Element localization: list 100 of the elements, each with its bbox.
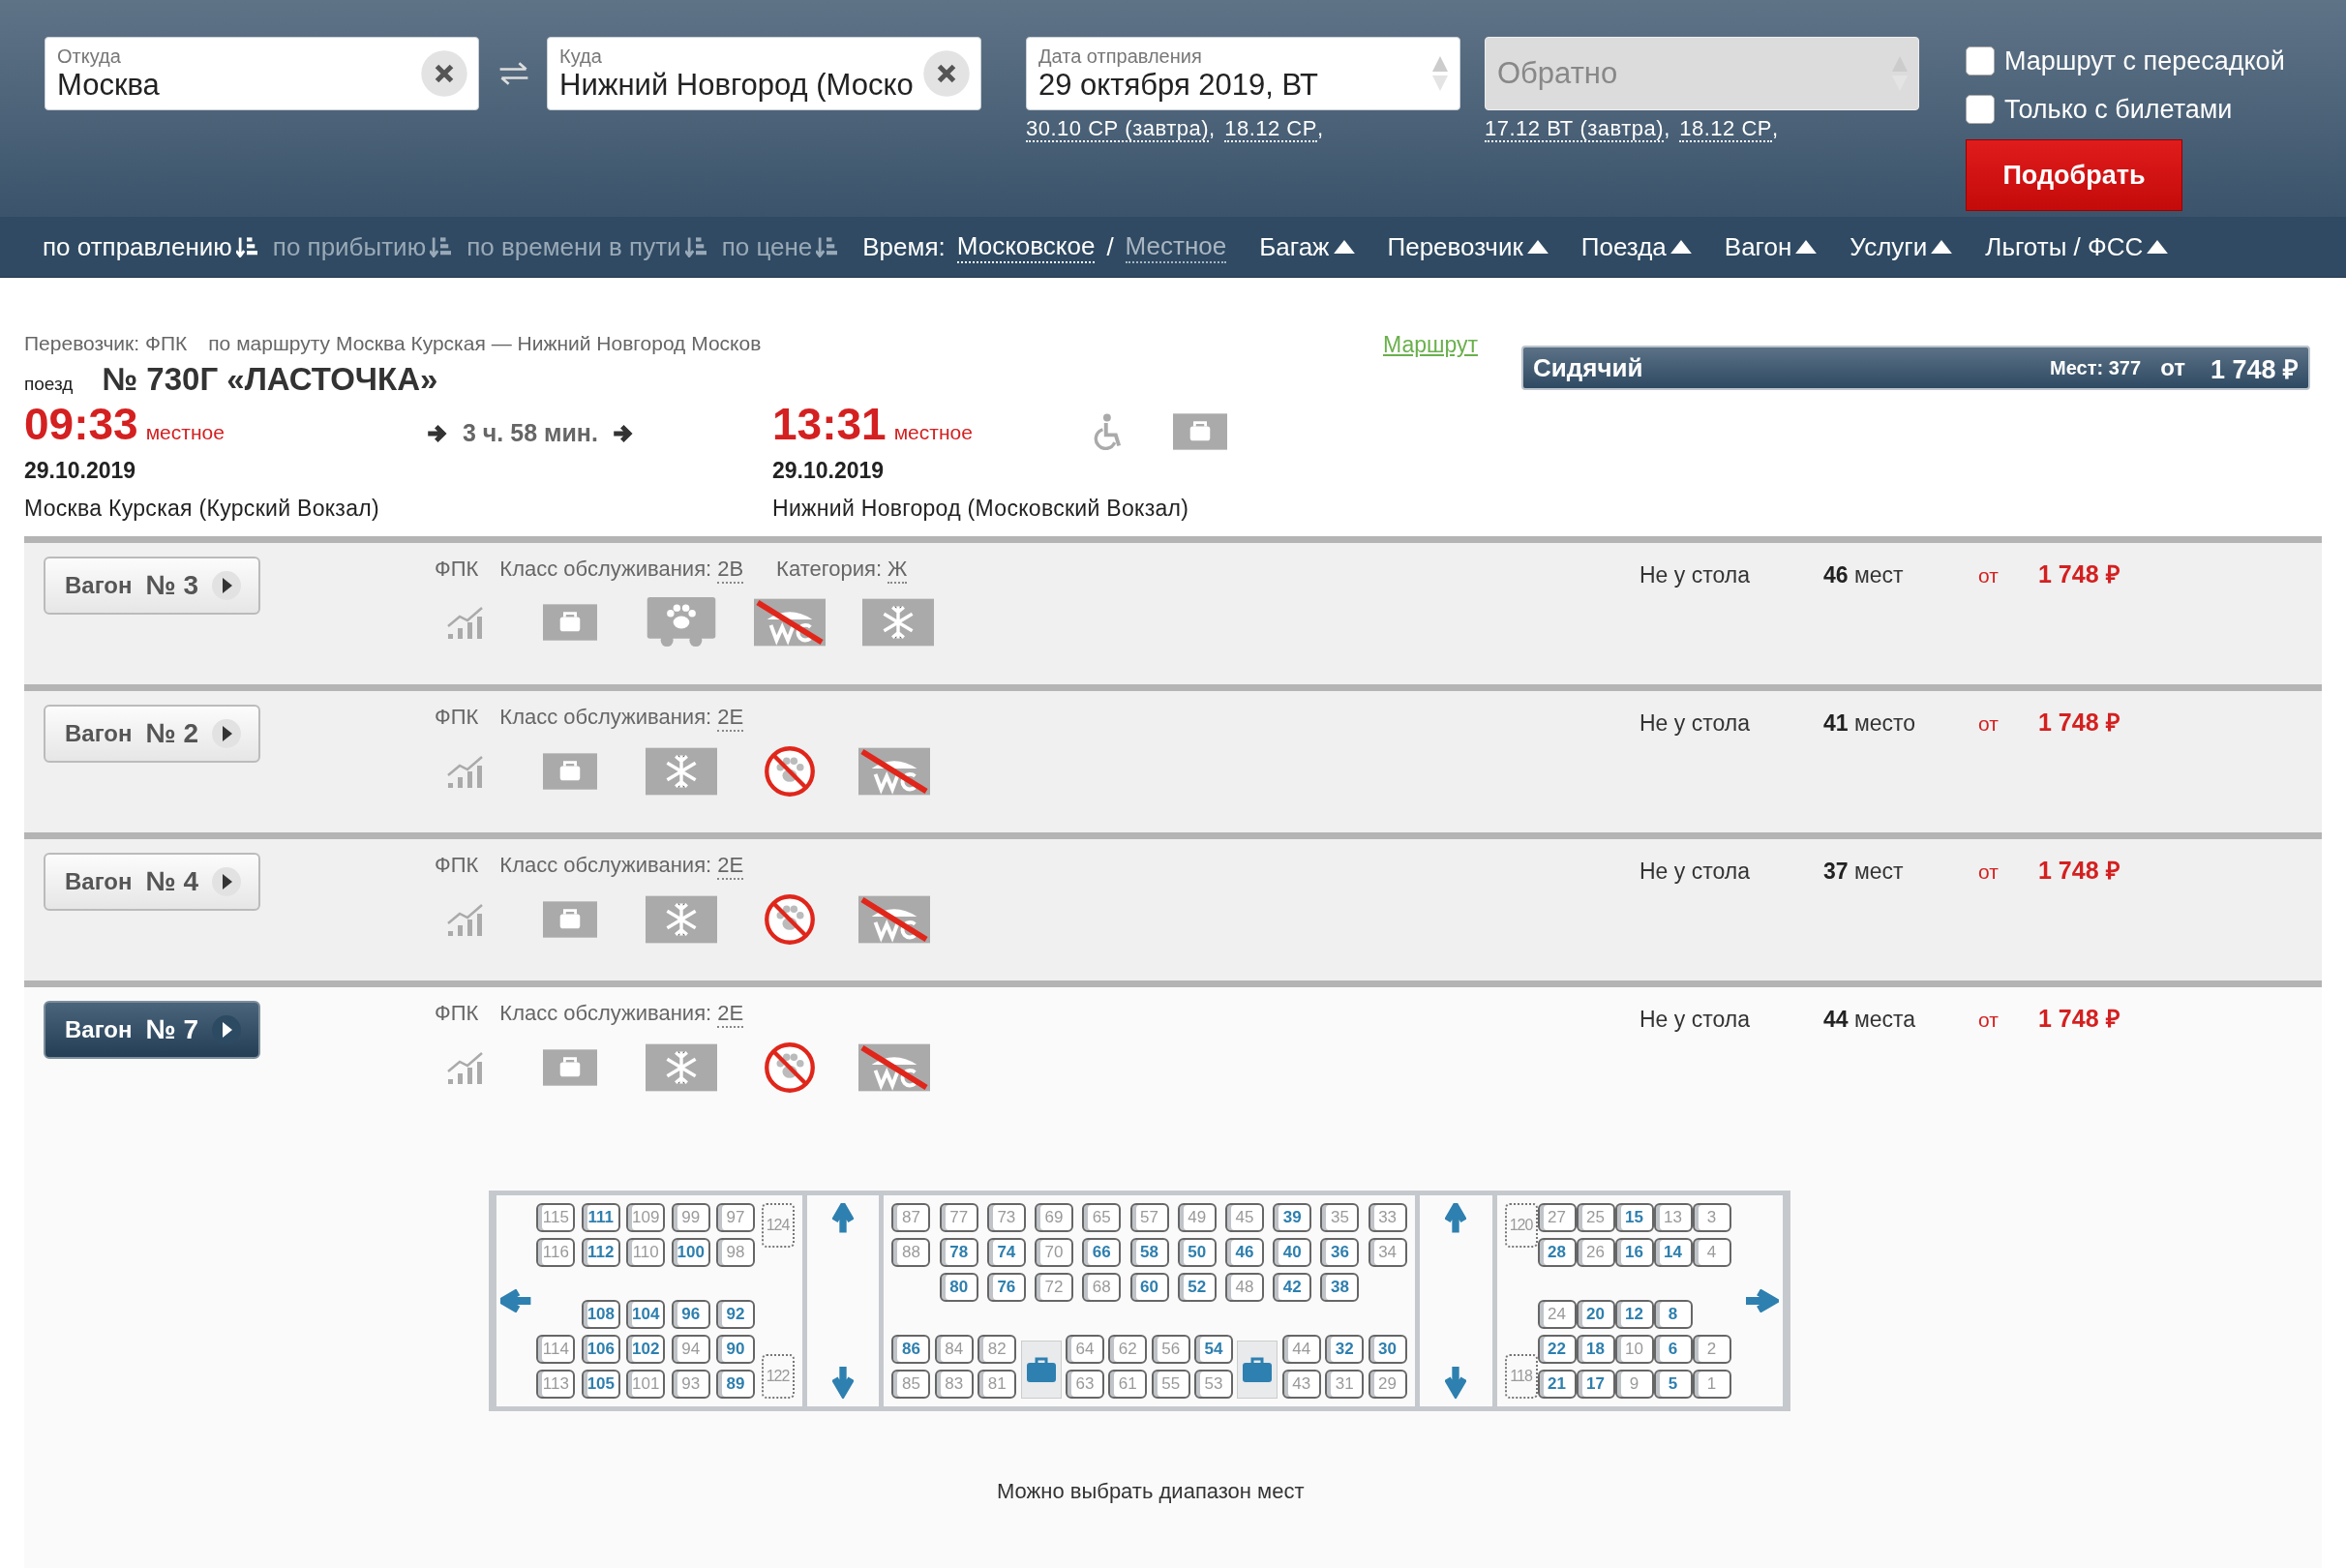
- class-value[interactable]: 2В: [717, 557, 744, 584]
- seat[interactable]: 84: [934, 1335, 974, 1364]
- seat[interactable]: 56: [1151, 1335, 1190, 1364]
- seat[interactable]: 69: [1035, 1203, 1074, 1232]
- seat[interactable]: 12: [1614, 1300, 1654, 1329]
- seat[interactable]: 66: [1082, 1238, 1122, 1267]
- seat[interactable]: 50: [1177, 1238, 1217, 1267]
- seat[interactable]: 98: [716, 1238, 756, 1267]
- clear-icon[interactable]: [922, 49, 971, 98]
- seat[interactable]: 65: [1082, 1203, 1122, 1232]
- seat[interactable]: 60: [1129, 1273, 1169, 1302]
- seat[interactable]: 35: [1320, 1203, 1360, 1232]
- seat[interactable]: 48: [1224, 1273, 1264, 1302]
- seat[interactable]: 58: [1129, 1238, 1169, 1267]
- seat[interactable]: 111: [581, 1203, 620, 1232]
- input-field[interactable]: Куда Нижний Новгород (Моско: [547, 37, 981, 110]
- seat[interactable]: 16: [1614, 1238, 1654, 1267]
- seat[interactable]: 104: [626, 1300, 666, 1329]
- seat[interactable]: 34: [1368, 1238, 1407, 1267]
- seat[interactable]: 89: [716, 1370, 756, 1399]
- seat[interactable]: 61: [1108, 1370, 1148, 1399]
- filter-dropdown[interactable]: Льготы / ФСС: [1985, 231, 2169, 262]
- seat[interactable]: 24: [1537, 1300, 1577, 1329]
- seat[interactable]: 73: [986, 1203, 1026, 1232]
- seat[interactable]: 25: [1576, 1203, 1615, 1232]
- seat[interactable]: 115: [536, 1203, 576, 1232]
- wagon-button[interactable]: Вагон № 2: [44, 705, 260, 763]
- filter-dropdown[interactable]: Вагон: [1724, 231, 1818, 262]
- seat[interactable]: 80: [939, 1273, 978, 1302]
- input-field[interactable]: Откуда Москва: [45, 37, 479, 110]
- seat[interactable]: 105: [581, 1370, 620, 1399]
- sort-option[interactable]: по цене: [721, 231, 838, 262]
- seat[interactable]: 52: [1177, 1273, 1217, 1302]
- seat[interactable]: 39: [1273, 1203, 1312, 1232]
- class-value[interactable]: 2Е: [717, 705, 744, 732]
- seat[interactable]: 13: [1653, 1203, 1693, 1232]
- seat[interactable]: 62: [1108, 1335, 1148, 1364]
- folding-seat[interactable]: 124: [761, 1203, 795, 1248]
- seat[interactable]: 96: [671, 1300, 710, 1329]
- seat[interactable]: 26: [1576, 1238, 1615, 1267]
- filter-dropdown[interactable]: Багаж: [1259, 231, 1355, 262]
- seat[interactable]: 32: [1325, 1335, 1365, 1364]
- clear-icon[interactable]: [420, 49, 468, 98]
- seat[interactable]: 78: [939, 1238, 978, 1267]
- seat[interactable]: 106: [581, 1335, 620, 1364]
- seat[interactable]: 112: [581, 1238, 620, 1267]
- seat[interactable]: 20: [1576, 1300, 1615, 1329]
- route-link[interactable]: Маршрут: [1383, 332, 1479, 358]
- seat[interactable]: 109: [626, 1203, 666, 1232]
- seat[interactable]: 63: [1065, 1370, 1104, 1399]
- date-field[interactable]: Дата отправления 29 октября 2019, ВТ: [1026, 37, 1460, 110]
- seat[interactable]: 22: [1537, 1335, 1577, 1364]
- seat[interactable]: 110: [626, 1238, 666, 1267]
- seat[interactable]: 86: [891, 1335, 931, 1364]
- class-value[interactable]: 2Е: [717, 1001, 744, 1028]
- seat[interactable]: 77: [939, 1203, 978, 1232]
- time-zone-link[interactable]: Московское: [956, 230, 1096, 263]
- seat[interactable]: 100: [671, 1238, 710, 1267]
- category-value[interactable]: Ж: [887, 557, 908, 584]
- seat[interactable]: 15: [1614, 1203, 1654, 1232]
- seat[interactable]: 64: [1065, 1335, 1104, 1364]
- filter-dropdown[interactable]: Перевозчик: [1387, 231, 1549, 262]
- seat[interactable]: 6: [1653, 1335, 1693, 1364]
- checkbox-label[interactable]: Только с билетами: [2004, 94, 2233, 125]
- seat[interactable]: 30: [1368, 1335, 1407, 1364]
- seat[interactable]: 4: [1692, 1238, 1731, 1267]
- seat[interactable]: 2: [1692, 1335, 1731, 1364]
- checkbox[interactable]: [1966, 46, 1995, 75]
- seat[interactable]: 18: [1576, 1335, 1615, 1364]
- seat[interactable]: 38: [1320, 1273, 1360, 1302]
- seat[interactable]: 5: [1653, 1370, 1693, 1399]
- sort-option[interactable]: по отправлению: [43, 231, 257, 262]
- seat[interactable]: 87: [891, 1203, 931, 1232]
- seat[interactable]: 10: [1614, 1335, 1654, 1364]
- class-value[interactable]: 2Е: [717, 853, 744, 880]
- seat[interactable]: 99: [671, 1203, 710, 1232]
- class-bar[interactable]: Сидячий Мест: 377 от 1 748 ₽: [1521, 346, 2311, 390]
- filter-dropdown[interactable]: Услуги: [1850, 231, 1953, 262]
- seat[interactable]: 1: [1692, 1370, 1731, 1399]
- seat[interactable]: 113: [536, 1370, 576, 1399]
- seat[interactable]: 45: [1224, 1203, 1264, 1232]
- wagon-button[interactable]: Вагон № 3: [44, 557, 260, 615]
- checkbox[interactable]: [1966, 95, 1995, 124]
- seat[interactable]: 3: [1692, 1203, 1731, 1232]
- seat[interactable]: 27: [1537, 1203, 1577, 1232]
- seat[interactable]: 74: [986, 1238, 1026, 1267]
- seat[interactable]: 92: [716, 1300, 756, 1329]
- seat[interactable]: 85: [891, 1370, 931, 1399]
- sort-option[interactable]: по прибытию: [272, 231, 452, 262]
- seat[interactable]: 102: [626, 1335, 666, 1364]
- seat[interactable]: 83: [934, 1370, 974, 1399]
- seat[interactable]: 68: [1082, 1273, 1122, 1302]
- wagon-button[interactable]: Вагон № 7: [44, 1001, 260, 1059]
- seat[interactable]: 94: [671, 1335, 710, 1364]
- seat[interactable]: 14: [1653, 1238, 1693, 1267]
- seat[interactable]: 114: [536, 1335, 576, 1364]
- seat[interactable]: 36: [1320, 1238, 1360, 1267]
- seat[interactable]: 90: [716, 1335, 756, 1364]
- checkbox-label[interactable]: Маршрут с пересадкой: [2004, 45, 2285, 76]
- seat[interactable]: 55: [1151, 1370, 1190, 1399]
